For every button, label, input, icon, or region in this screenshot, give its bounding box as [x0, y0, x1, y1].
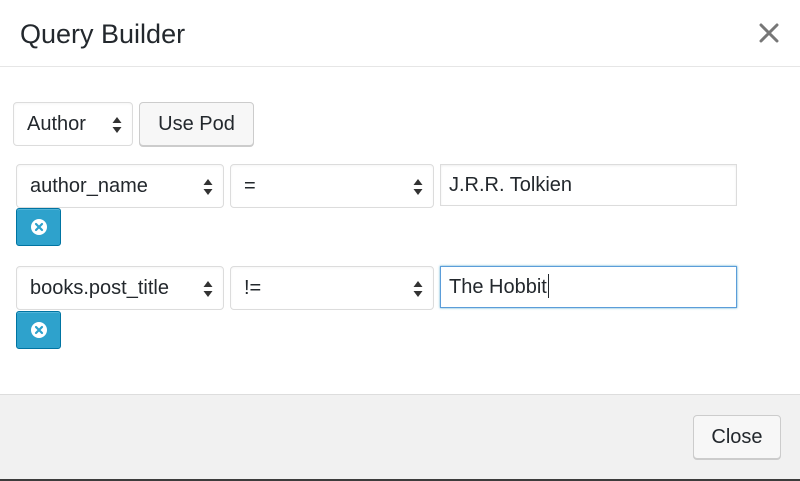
condition-1-field-value: author_name	[30, 175, 148, 197]
up-down-arrows-icon	[203, 179, 213, 195]
remove-circle-icon	[31, 219, 47, 235]
condition-2-operator-select[interactable]: !=	[230, 266, 434, 310]
query-builder-dialog: Query Builder Author Use Pod author_name…	[0, 0, 800, 481]
up-down-arrows-icon	[112, 117, 122, 133]
condition-2-field-value: books.post_title	[30, 277, 169, 299]
up-down-arrows-icon	[203, 281, 213, 297]
condition-1-value-input[interactable]: J.R.R. Tolkien	[440, 164, 737, 206]
use-pod-button[interactable]: Use Pod	[139, 102, 254, 146]
source-select-value: Author	[27, 113, 86, 135]
condition-2-operator-value: !=	[244, 277, 262, 299]
condition-2-value-text: The Hobbit	[449, 276, 547, 298]
condition-1-remove-button[interactable]	[16, 208, 61, 246]
text-caret	[547, 274, 549, 298]
dialog-title: Query Builder	[20, 19, 186, 49]
condition-1-operator-select[interactable]: =	[230, 164, 434, 208]
source-select[interactable]: Author	[13, 102, 133, 146]
condition-1-value-text: J.R.R. Tolkien	[449, 174, 573, 196]
condition-2-remove-button[interactable]	[16, 311, 61, 349]
condition-2-field-select[interactable]: books.post_title	[16, 266, 224, 310]
dialog-footer: Close	[0, 394, 800, 479]
remove-circle-icon	[31, 322, 47, 338]
close-button[interactable]: Close	[693, 415, 781, 459]
close-icon[interactable]	[756, 20, 782, 46]
condition-2-value-input[interactable]: The Hobbit	[440, 266, 737, 308]
up-down-arrows-icon	[413, 281, 423, 297]
condition-1-field-select[interactable]: author_name	[16, 164, 224, 208]
dialog-header: Query Builder	[0, 0, 800, 67]
condition-1-operator-value: =	[244, 175, 256, 197]
up-down-arrows-icon	[413, 179, 423, 195]
